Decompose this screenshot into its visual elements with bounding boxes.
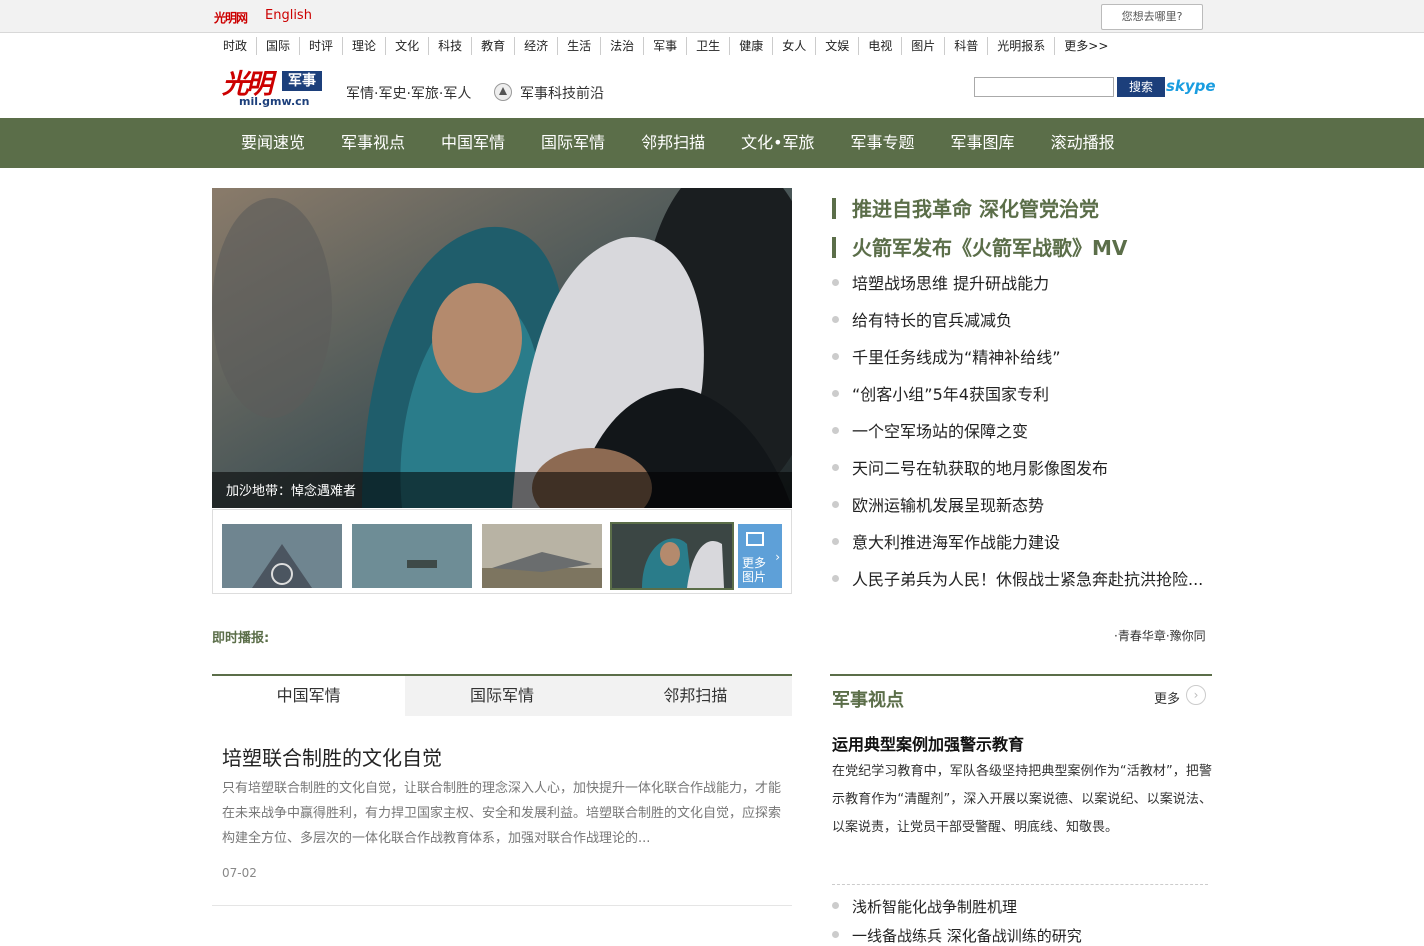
channel-link[interactable]: 法治 — [600, 37, 643, 55]
more-pictures-button[interactable]: 更多图片 › — [738, 524, 782, 588]
nav-item[interactable]: 军事图库 — [933, 118, 1033, 168]
channel-link[interactable]: 科普 — [944, 37, 987, 55]
tab-international-military[interactable]: 国际军情 — [405, 676, 598, 716]
top-bar: 光明网 English 您想去哪里? — [0, 0, 1424, 33]
viewpoint-header: 军事视点 更多 › — [830, 674, 1212, 716]
logo-badge: 军事 — [282, 71, 322, 91]
thumbnail-strip: 更多图片 › — [212, 509, 792, 594]
channel-link-more[interactable]: 更多>> — [1054, 37, 1117, 55]
channel-link[interactable]: 生活 — [557, 37, 600, 55]
bullet-icon — [832, 390, 839, 397]
chevron-right-icon[interactable]: › — [1186, 685, 1206, 705]
nav-item[interactable]: 中国军情 — [423, 118, 523, 168]
channel-link[interactable]: 时评 — [299, 37, 342, 55]
site-slogan: 军情·军史·军旅·军人 — [346, 86, 472, 102]
bullet-icon — [832, 464, 839, 471]
tech-frontier-link[interactable]: 军事科技前沿 — [520, 83, 604, 103]
news-item[interactable]: 一个空军场站的保障之变 — [830, 421, 1220, 458]
news-item[interactable]: 意大利推进海军作战能力建设 — [830, 532, 1220, 569]
nav-item[interactable]: 要闻速览 — [223, 118, 323, 168]
bullet-icon — [832, 931, 839, 938]
hero-photo — [212, 188, 792, 508]
main-nav: 要闻速览 军事视点 中国军情 国际军情 邻邦扫描 文化•军旅 军事专题 军事图库… — [0, 118, 1424, 168]
article-summary: 只有培塑联合制胜的文化自觉，让联合制胜的理念深入人心，加快提升一体化联合作战能力… — [222, 781, 782, 846]
viewpoint-lead-title[interactable]: 运用典型案例加强警示教育 — [832, 731, 1024, 755]
channel-link[interactable]: 卫生 — [686, 37, 729, 55]
ticker-text[interactable]: ·青春华章·豫你同 — [1114, 627, 1212, 644]
divider — [212, 905, 792, 906]
english-link[interactable]: English — [265, 8, 312, 23]
nav-item[interactable]: 国际军情 — [523, 118, 623, 168]
divider — [832, 884, 1208, 885]
hero-slide[interactable]: 加沙地带：悼念遇难者 — [212, 188, 792, 508]
logo-domain: mil.gmw.cn — [239, 95, 310, 108]
channel-link[interactable]: 文娱 — [815, 37, 858, 55]
channel-link[interactable]: 文化 — [385, 37, 428, 55]
bullet-icon — [832, 501, 839, 508]
bullet-icon — [832, 279, 839, 286]
news-item[interactable]: “创客小组”5年4获国家专利 — [830, 384, 1220, 421]
channel-link[interactable]: 图片 — [901, 37, 944, 55]
viewpoint-item[interactable]: 浅析智能化战争制胜机理 — [830, 896, 1017, 917]
ticker-label: 即时播报: — [212, 631, 270, 646]
article-title[interactable]: 培塑联合制胜的文化自觉 — [222, 742, 442, 771]
headline-list: 推进自我革命 深化管党治党 火箭军发布《火箭军战歌》MV 培塑战场思维 提升研战… — [830, 195, 1220, 606]
section-title: 军事视点 — [832, 690, 904, 711]
news-tabs: 中国军情 国际军情 邻邦扫描 — [212, 674, 792, 716]
tab-neighbors[interactable]: 邻邦扫描 — [599, 676, 792, 716]
channel-link[interactable]: 经济 — [514, 37, 557, 55]
nav-item[interactable]: 军事视点 — [323, 118, 423, 168]
search-input[interactable] — [974, 77, 1114, 97]
thumbnail[interactable] — [352, 524, 472, 588]
channel-link[interactable]: 科技 — [428, 37, 471, 55]
channel-link[interactable]: 女人 — [772, 37, 815, 55]
news-item[interactable]: 培塑战场思维 提升研战能力 — [830, 273, 1220, 310]
headline[interactable]: 火箭军发布《火箭军战歌》MV — [830, 234, 1220, 273]
skype-icon[interactable]: skype — [1166, 76, 1216, 96]
channel-link[interactable]: 光明报系 — [987, 37, 1054, 55]
thumbnail[interactable] — [222, 524, 342, 588]
channel-link[interactable]: 电视 — [858, 37, 901, 55]
article-date: 07-02 — [222, 866, 257, 880]
hero-caption[interactable]: 加沙地带：悼念遇难者 — [226, 480, 356, 499]
channel-link[interactable]: 理论 — [342, 37, 385, 55]
bullet-icon — [832, 902, 839, 909]
thumbnail-active[interactable] — [610, 522, 734, 590]
channel-link[interactable]: 时政 — [214, 37, 256, 55]
bullet-icon — [832, 353, 839, 360]
viewpoint-item[interactable]: 一线备战练兵 深化备战训练的研究 — [830, 925, 1082, 946]
viewpoint-lead-body: 在党纪学习教育中，军队各级坚持把典型案例作为“活教材”，把警示教育作为“清醒剂”… — [832, 764, 1212, 835]
bullet-icon — [832, 575, 839, 582]
bullet-icon — [832, 427, 839, 434]
channel-link[interactable]: 健康 — [729, 37, 772, 55]
where-to-dropdown[interactable]: 您想去哪里? — [1101, 4, 1203, 30]
rocket-icon — [494, 83, 512, 101]
bullet-icon — [832, 316, 839, 323]
news-item[interactable]: 给有特长的官兵减减负 — [830, 310, 1220, 347]
bullet-icon — [832, 538, 839, 545]
news-item[interactable]: 人民子弟兵为人民！休假战士紧急奔赴抗洪抢险... — [830, 569, 1220, 606]
picture-icon — [746, 532, 764, 546]
channel-link[interactable]: 国际 — [256, 37, 299, 55]
news-item[interactable]: 千里任务线成为“精神补给线” — [830, 347, 1220, 384]
chevron-right-icon: › — [775, 550, 780, 564]
more-link[interactable]: 更多 — [1154, 688, 1180, 707]
tab-china-military[interactable]: 中国军情 — [212, 676, 406, 716]
more-pictures-label: 更多图片 — [742, 556, 767, 584]
nav-item[interactable]: 军事专题 — [833, 118, 933, 168]
nav-item[interactable]: 滚动播报 — [1033, 118, 1133, 168]
search-button[interactable]: 搜索 — [1117, 77, 1165, 97]
thumbnail[interactable] — [482, 524, 602, 588]
gmw-logo[interactable]: 光明网 — [214, 9, 248, 26]
headline[interactable]: 推进自我革命 深化管党治党 — [830, 195, 1220, 234]
news-item[interactable]: 欧洲运输机发展呈现新态势 — [830, 495, 1220, 532]
channel-link[interactable]: 军事 — [643, 37, 686, 55]
nav-item[interactable]: 文化•军旅 — [723, 118, 832, 168]
mil-logo[interactable]: 光明 军事 mil.gmw.cn — [222, 62, 322, 108]
news-item[interactable]: 天问二号在轨获取的地月影像图发布 — [830, 458, 1220, 495]
nav-item[interactable]: 邻邦扫描 — [623, 118, 723, 168]
channel-link[interactable]: 教育 — [471, 37, 514, 55]
channel-nav: 时政 国际 时评 理论 文化 科技 教育 经济 生活 法治 军事 卫生 健康 女… — [214, 37, 1117, 55]
